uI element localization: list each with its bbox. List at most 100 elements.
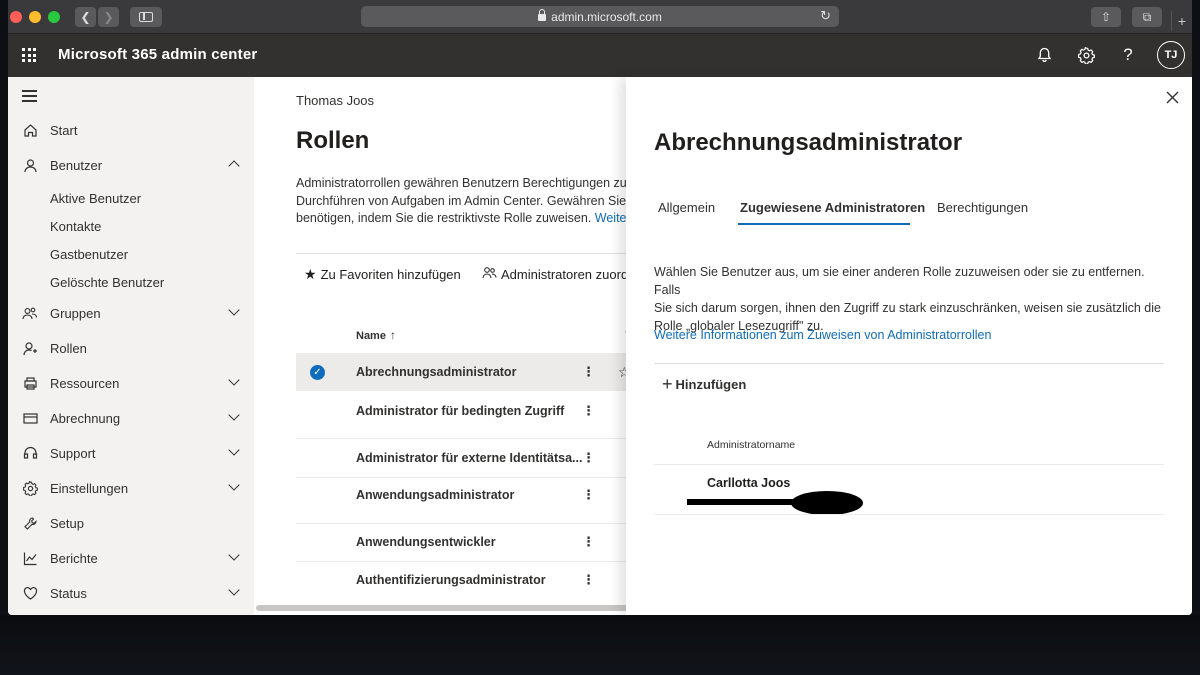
table-row[interactable]: Administrator für bedingten Zugriff ⋮ <box>296 392 626 430</box>
new-tab-button[interactable]: + <box>1171 11 1192 31</box>
more-options-icon[interactable]: ⋮ <box>582 572 595 588</box>
table-row[interactable]: ✓ Abrechnungsadministrator ⋮ ☆ <box>296 353 626 391</box>
page-title: Rollen <box>296 127 370 154</box>
tab-allgemein[interactable]: Allgemein <box>658 200 715 215</box>
chevron-down-icon <box>228 306 240 318</box>
nav-item-benutzer[interactable]: Benutzer <box>8 148 254 183</box>
more-info-link[interactable]: Weitere <box>595 211 626 225</box>
sidebar-toggle-button[interactable] <box>130 7 162 27</box>
divider <box>296 253 626 254</box>
wrench-icon <box>22 516 38 532</box>
forward-button[interactable]: ❯ <box>98 7 119 27</box>
minimize-window-button[interactable] <box>29 11 41 23</box>
horizontal-scrollbar[interactable] <box>256 605 626 611</box>
column-header-admin-name[interactable]: Administratorname <box>707 439 795 451</box>
column-header-name[interactable]: Name ↑ <box>356 328 396 342</box>
reload-icon[interactable]: ↻ <box>820 8 831 24</box>
app-header: Microsoft 365 admin center ? TJ <box>8 34 1192 77</box>
more-options-icon[interactable]: ⋮ <box>582 487 595 503</box>
nav-label: Start <box>50 123 78 138</box>
chevron-down-icon <box>228 481 240 493</box>
description-text: benötigen, indem Sie die restriktivste R… <box>296 211 592 225</box>
nav-item-status[interactable]: Status <box>8 576 254 611</box>
close-window-button[interactable] <box>10 11 22 23</box>
table-row[interactable]: Anwendungsadministrator ⋮ <box>296 476 626 514</box>
nav-subitem-geloeschte-benutzer[interactable]: Gelöschte Benutzer <box>50 268 164 296</box>
address-bar[interactable]: admin.microsoft.com ↻ <box>361 6 839 27</box>
assign-admins-button[interactable]: Administratoren zuordn <box>482 263 626 285</box>
nav-subitem-kontakte[interactable]: Kontakte <box>50 212 101 240</box>
divider <box>654 363 1164 364</box>
nav-item-ressourcen[interactable]: Ressourcen <box>8 366 254 401</box>
tab-berechtigungen[interactable]: Berechtigungen <box>937 200 1028 215</box>
nav-item-rollen[interactable]: Rollen <box>8 331 254 366</box>
nav-label: Abrechnung <box>50 411 121 426</box>
back-button[interactable]: ❮ <box>75 7 96 27</box>
roles-icon <box>22 341 38 357</box>
zoom-window-button[interactable] <box>48 11 60 23</box>
close-icon[interactable] <box>1164 89 1180 105</box>
role-details-panel: Abrechnungsadministrator Allgemein Zugew… <box>626 77 1192 615</box>
notifications-bell-icon[interactable] <box>1035 46 1053 64</box>
credit-card-icon <box>22 411 38 427</box>
role-name: Anwendungsentwickler <box>356 535 496 549</box>
role-name: Administrator für externe Identitätsa... <box>356 451 583 465</box>
checkmark-selected-icon[interactable]: ✓ <box>310 364 325 380</box>
panel-description: Wählen Sie Benutzer aus, um sie einer an… <box>654 263 1164 335</box>
desktop-background <box>0 615 1200 675</box>
nav-subitem-aktive-benutzer[interactable]: Aktive Benutzer <box>50 184 141 212</box>
favorite-star-icon[interactable]: ☆ <box>618 364 626 381</box>
description-line: Sie sich darum sorgen, ihnen den Zugriff… <box>654 301 1161 315</box>
nav-item-start[interactable]: Start <box>8 113 254 148</box>
left-navigation: Start Benutzer Aktive Benutzer Kontakte … <box>8 77 254 615</box>
nav-subitem-gastbenutzer[interactable]: Gastbenutzer <box>50 240 128 268</box>
more-options-icon[interactable]: ⋮ <box>582 364 595 380</box>
nav-item-support[interactable]: Support <box>8 436 254 471</box>
more-options-icon[interactable]: ⋮ <box>582 534 595 550</box>
sidebar-icon <box>139 12 153 22</box>
button-label: Zu Favoriten hinzufügen <box>320 266 461 282</box>
chevron-up-icon <box>228 158 240 170</box>
app-title[interactable]: Microsoft 365 admin center <box>58 46 257 63</box>
admin-name[interactable]: Carllotta Joos <box>707 476 790 490</box>
plus-icon: + <box>662 374 673 394</box>
chevron-down-icon <box>228 446 240 458</box>
share-button[interactable]: ⇧ <box>1091 7 1121 27</box>
active-tab-indicator <box>738 223 910 225</box>
nav-item-abrechnung[interactable]: Abrechnung <box>8 401 254 436</box>
chart-icon <box>22 551 38 567</box>
settings-gear-icon[interactable] <box>1077 46 1095 64</box>
admin-roles-info-link[interactable]: Weitere Informationen zum Zuweisen von A… <box>654 328 991 342</box>
nav-label: Support <box>50 446 96 461</box>
table-row[interactable]: Authentifizierungsadministrator ⋮ <box>296 561 626 599</box>
hamburger-menu-icon[interactable] <box>22 90 37 102</box>
role-name: Authentifizierungsadministrator <box>356 573 546 587</box>
nav-item-einstellungen[interactable]: Einstellungen <box>8 471 254 506</box>
add-to-favorites-button[interactable]: ★ Zu Favoriten hinzufügen <box>304 263 461 285</box>
nav-item-gruppen[interactable]: Gruppen <box>8 296 254 331</box>
tabs-icon: ⧉ <box>1142 9 1152 24</box>
more-options-icon[interactable]: ⋮ <box>582 403 595 419</box>
more-options-icon[interactable]: ⋮ <box>582 450 595 466</box>
app-launcher-icon[interactable] <box>22 48 36 62</box>
nav-label: Rollen <box>50 341 87 356</box>
nav-item-berichte[interactable]: Berichte <box>8 541 254 576</box>
add-admin-button[interactable]: + Hinzufügen <box>662 374 746 394</box>
page-description: Administratorrollen gewähren Benutzern B… <box>296 175 626 228</box>
table-row[interactable]: Anwendungsentwickler ⋮ <box>296 523 626 561</box>
nav-label: Gruppen <box>50 306 101 321</box>
star-filled-icon: ★ <box>304 265 317 282</box>
tenant-name: Thomas Joos <box>296 93 375 108</box>
tab-zugewiesene-administratoren[interactable]: Zugewiesene Administratoren <box>740 200 925 215</box>
user-avatar[interactable]: TJ <box>1157 41 1185 69</box>
button-label: Administratoren zuordn <box>501 266 626 282</box>
nav-label: Setup <box>50 516 84 531</box>
url-text: admin.microsoft.com <box>551 9 662 24</box>
show-tabs-button[interactable]: ⧉ <box>1132 7 1162 27</box>
row-divider <box>654 464 1164 465</box>
nav-item-setup[interactable]: Setup <box>8 506 254 541</box>
help-icon[interactable]: ? <box>1119 45 1137 64</box>
people-add-icon <box>482 266 497 283</box>
table-row[interactable]: Administrator für externe Identitätsa...… <box>296 439 626 477</box>
lock-icon <box>538 9 547 21</box>
